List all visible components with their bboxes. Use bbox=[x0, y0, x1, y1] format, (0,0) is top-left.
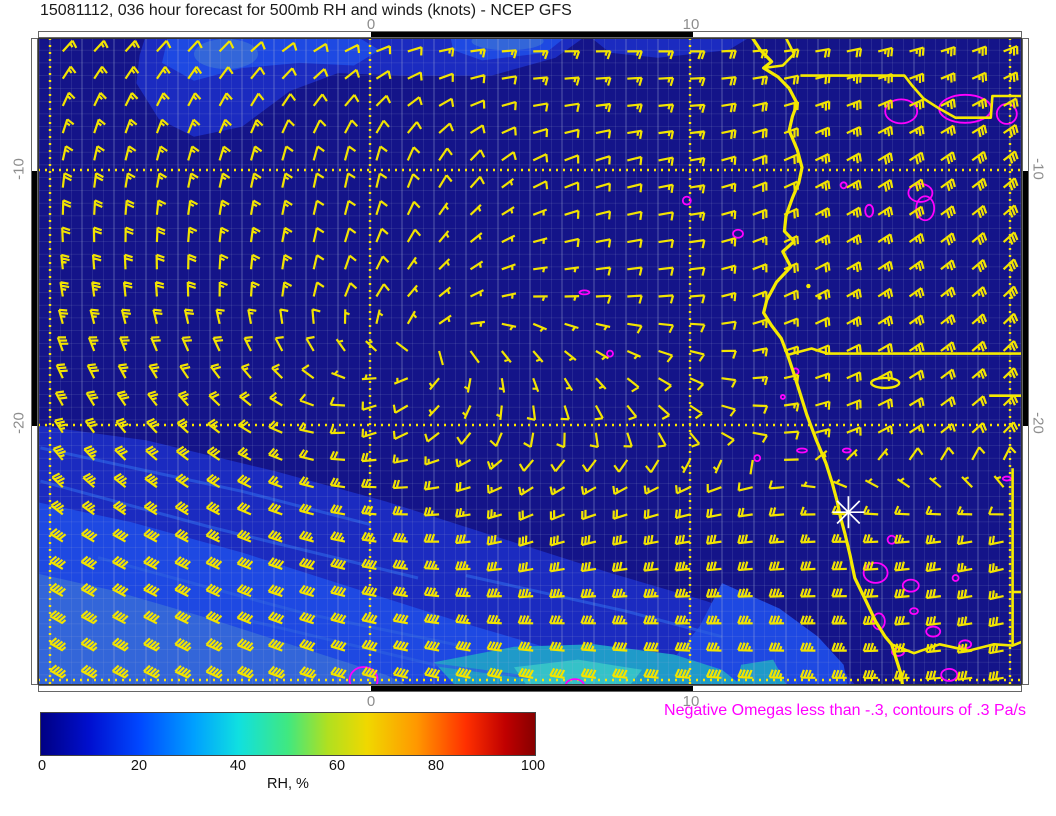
map-frame-bottom-black-segment bbox=[371, 686, 693, 691]
colorbar-label: RH, % bbox=[267, 776, 309, 792]
map-plot bbox=[38, 38, 1022, 685]
colorbar-tick-60: 60 bbox=[328, 758, 346, 774]
forecast-plot-page: 15081112, 036 hour forecast for 500mb RH… bbox=[0, 0, 1056, 816]
colorbar-tick-80: 80 bbox=[427, 758, 445, 774]
map-frame-right-black-segment bbox=[1023, 171, 1028, 426]
map-frame-top-black-segment bbox=[371, 32, 693, 37]
map-frame-left bbox=[31, 38, 38, 685]
map-frame-left-black-segment bbox=[32, 171, 37, 426]
map-frame-bottom bbox=[38, 685, 1022, 692]
station-marker bbox=[832, 496, 865, 529]
plot-title: 15081112, 036 hour forecast for 500mb RH… bbox=[40, 2, 572, 19]
map-frame-top bbox=[38, 31, 1022, 38]
colorbar-tick-0: 0 bbox=[37, 758, 47, 774]
bottom-axis-tick-0: 0 bbox=[366, 693, 376, 710]
colorbar-tick-20: 20 bbox=[130, 758, 148, 774]
left-axis-tick-neg20: -20 bbox=[10, 412, 28, 434]
map-frame-right bbox=[1022, 38, 1029, 685]
colorbar-tick-40: 40 bbox=[229, 758, 247, 774]
colorbar-tick-100: 100 bbox=[520, 758, 546, 774]
rh-colorbar bbox=[40, 712, 536, 756]
right-axis-tick-neg10: -10 bbox=[1029, 158, 1047, 180]
left-axis-tick-neg10: -10 bbox=[10, 158, 28, 180]
omega-annotation: Negative Omegas less than -.3, contours … bbox=[664, 702, 1026, 719]
right-axis-tick-neg20: -20 bbox=[1029, 412, 1047, 434]
